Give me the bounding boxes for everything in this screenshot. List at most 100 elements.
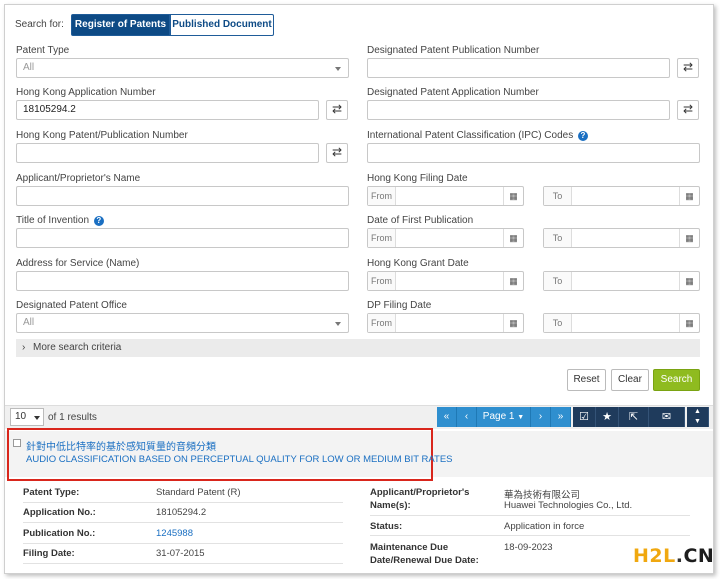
export-icon[interactable]: ⇱ [619, 407, 649, 427]
patent-type-select[interactable]: All [16, 58, 349, 78]
first-page-button[interactable]: « [437, 407, 457, 427]
to-label: To [544, 314, 572, 332]
detail-field-label: Patent Type: [23, 487, 80, 498]
first-pub-from-field[interactable]: From ▦ [367, 228, 524, 248]
swap-icon[interactable]: ⇄ [326, 143, 348, 163]
status-field-label: Status: [370, 521, 403, 532]
help-icon[interactable]: ? [93, 216, 104, 226]
tab-published-document[interactable]: Published Document [170, 14, 274, 36]
calendar-icon[interactable]: ▦ [503, 187, 523, 205]
last-page-button[interactable]: » [551, 407, 571, 427]
divider [23, 563, 343, 564]
search-for-label: Search for: [15, 19, 64, 30]
address-label: Address for Service (Name) [16, 258, 140, 269]
result-title-zh[interactable]: 針對中低比特率的基於感知質量的音頻分類 [26, 438, 216, 453]
watermark-logo: H2L.CN [633, 545, 713, 567]
dp-filing-from-field[interactable]: From ▦ [367, 313, 524, 333]
next-page-button[interactable]: › [531, 407, 551, 427]
search-button[interactable]: Search [653, 369, 700, 391]
applicant-input[interactable] [16, 186, 349, 206]
patent-search-window: Search for: Register of Patents Publishe… [4, 4, 714, 574]
reset-button[interactable]: Reset [567, 369, 606, 391]
result-checkbox[interactable] [13, 439, 21, 447]
calendar-icon[interactable]: ▦ [679, 187, 699, 205]
clear-button[interactable]: Clear [611, 369, 649, 391]
title-input[interactable] [16, 228, 349, 248]
calendar-icon[interactable]: ▦ [503, 314, 523, 332]
results-count: of 1 results [48, 412, 97, 423]
calendar-icon[interactable]: ▦ [503, 229, 523, 247]
page-label: Page 1 [482, 411, 515, 422]
chevron-down-icon [34, 416, 40, 420]
dp-office-select[interactable]: All [16, 313, 349, 333]
ipc-input[interactable] [367, 143, 700, 163]
grant-to-field[interactable]: To ▦ [543, 271, 700, 291]
hk-filing-to-field[interactable]: To ▦ [543, 186, 700, 206]
prev-page-button[interactable]: ‹ [457, 407, 477, 427]
help-icon[interactable]: ? [578, 131, 588, 141]
hk-pub-no-label: Hong Kong Patent/Publication Number [16, 130, 188, 141]
hk-pub-no-input[interactable] [16, 143, 319, 163]
dp-filing-date-label: DP Filing Date [367, 300, 432, 311]
more-search-criteria-label: More search criteria [33, 342, 122, 353]
from-label: From [368, 229, 396, 247]
tab-register-of-patents[interactable]: Register of Patents [71, 14, 170, 36]
per-page-value: 10 [15, 411, 27, 422]
patent-type-value: All [23, 62, 35, 73]
applicant-field-label-1: Applicant/Proprietor's [370, 487, 470, 498]
watermark-main: H2L [633, 545, 676, 567]
title-label-text: Title of Invention [16, 215, 90, 226]
dp-office-value: All [23, 317, 35, 328]
hk-filing-date-label: Hong Kong Filing Date [367, 173, 468, 184]
to-label: To [544, 229, 572, 247]
title-of-invention-label: Title of Invention ? [16, 215, 104, 226]
swap-icon[interactable]: ⇄ [677, 100, 699, 120]
sort-down-icon[interactable]: ▼ [687, 417, 709, 427]
hk-filing-from-field[interactable]: From ▦ [367, 186, 524, 206]
calendar-icon[interactable]: ▦ [679, 314, 699, 332]
first-pub-to-field[interactable]: To ▦ [543, 228, 700, 248]
ipc-label: International Patent Classification (IPC… [367, 130, 588, 141]
sort-up-icon[interactable]: ▲ [687, 407, 709, 417]
calendar-icon[interactable]: ▦ [679, 229, 699, 247]
hk-app-no-label: Hong Kong Application Number [16, 87, 156, 98]
calendar-icon[interactable]: ▦ [503, 272, 523, 290]
mail-icon[interactable]: ✉ [649, 407, 685, 427]
more-search-criteria-bar[interactable]: › More search criteria [16, 339, 700, 357]
ipc-label-text: International Patent Classification (IPC… [367, 130, 574, 141]
dp-filing-to-field[interactable]: To ▦ [543, 313, 700, 333]
from-label: From [368, 187, 396, 205]
detail-field-label: Application No.: [23, 507, 96, 518]
per-page-select[interactable]: 10 [10, 408, 44, 426]
swap-icon[interactable]: ⇄ [326, 100, 348, 120]
applicant-field-label-2: Name(s): [370, 500, 411, 511]
dp-pub-no-label: Designated Patent Publication Number [367, 45, 540, 56]
hk-app-no-input[interactable]: 18105294.2 [16, 100, 319, 120]
applicant-en-value: Huawei Technologies Co., Ltd. [504, 500, 633, 511]
divider [23, 522, 343, 523]
detail-field-link[interactable]: 1245988 [156, 528, 193, 539]
select-all-icon[interactable]: ☑ [573, 407, 596, 427]
patent-type-label: Patent Type [16, 45, 70, 56]
detail-field-label: Filing Date: [23, 548, 75, 559]
detail-field-label: Publication No.: [23, 528, 96, 539]
dp-pub-no-input[interactable] [367, 58, 670, 78]
result-title-en[interactable]: AUDIO CLASSIFICATION BASED ON PERCEPTUAL… [26, 454, 453, 465]
maintenance-value: 18-09-2023 [504, 542, 553, 553]
detail-field-value: Standard Patent (R) [156, 487, 241, 498]
dp-office-label: Designated Patent Office [16, 300, 127, 311]
star-icon[interactable]: ★ [596, 407, 619, 427]
applicant-zh-value: 華為技術有限公司 [504, 490, 581, 501]
chevron-down-icon [335, 67, 341, 71]
calendar-icon[interactable]: ▦ [679, 272, 699, 290]
dp-app-no-input[interactable] [367, 100, 670, 120]
applicant-label: Applicant/Proprietor's Name [16, 173, 141, 184]
address-input[interactable] [16, 271, 349, 291]
page-select[interactable]: Page 1 ▼ [477, 407, 531, 427]
divider [23, 543, 343, 544]
maintenance-field-label-1: Maintenance Due [370, 542, 449, 553]
divider [370, 535, 690, 536]
swap-icon[interactable]: ⇄ [677, 58, 699, 78]
grant-from-field[interactable]: From ▦ [367, 271, 524, 291]
chevron-down-icon: ▼ [517, 414, 525, 421]
